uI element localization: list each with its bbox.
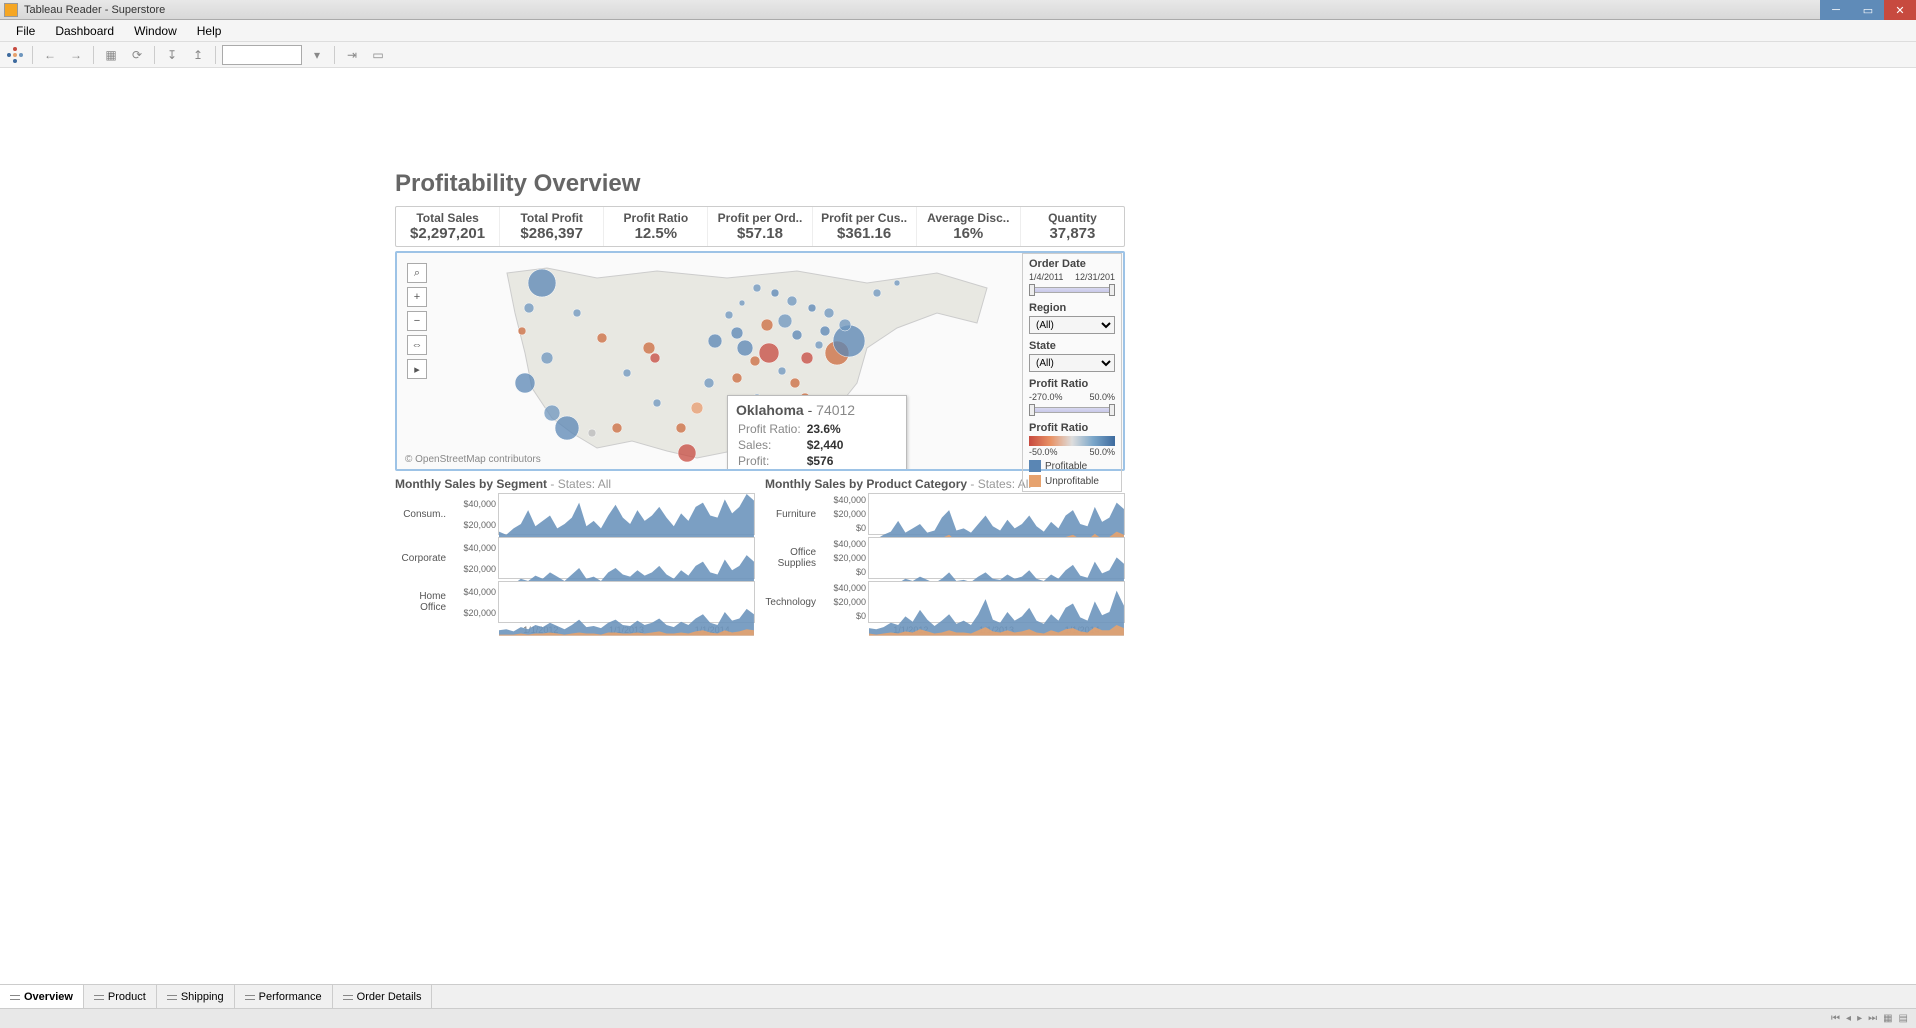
- menu-help[interactable]: Help: [187, 24, 232, 38]
- list-icon[interactable]: ▤: [1899, 1013, 1908, 1024]
- kpi-cell[interactable]: Profit per Ord..$57.18: [708, 207, 812, 246]
- menu-window[interactable]: Window: [124, 24, 187, 38]
- menu-file[interactable]: File: [6, 24, 45, 38]
- map-search-icon[interactable]: ⌕: [407, 263, 427, 283]
- kpi-cell[interactable]: Profit per Cus..$361.16: [813, 207, 917, 246]
- mini-chart[interactable]: Home Office $40,000$20,000: [395, 581, 755, 623]
- forward-button[interactable]: →: [65, 45, 87, 65]
- menubar: File Dashboard Window Help: [0, 20, 1916, 42]
- kpi-cell[interactable]: Total Sales$2,297,201: [396, 207, 500, 246]
- nav-first-icon[interactable]: ⏮: [1831, 1013, 1840, 1024]
- tab-shipping[interactable]: Shipping: [157, 985, 235, 1008]
- dashboard: Profitability Overview Total Sales$2,297…: [395, 170, 1125, 635]
- mini-chart[interactable]: Technology $40,000$20,000$0: [765, 581, 1125, 623]
- nav-prev-icon[interactable]: ◂: [1846, 1013, 1851, 1024]
- sort-asc-icon[interactable]: ↧: [161, 45, 183, 65]
- tab-product[interactable]: Product: [84, 985, 157, 1008]
- back-button[interactable]: ←: [39, 45, 61, 65]
- charts-segment: Monthly Sales by Segment - States: All C…: [395, 477, 755, 635]
- order-date-slider[interactable]: [1029, 284, 1115, 296]
- menu-dashboard[interactable]: Dashboard: [45, 24, 124, 38]
- sheet-icon: [94, 992, 104, 1002]
- save-icon[interactable]: ▦: [100, 45, 122, 65]
- app-icon: [4, 3, 18, 17]
- map-zoom-in-icon[interactable]: +: [407, 287, 427, 307]
- statusbar: ⏮ ◂ ▸ ⏭ ▦ ▤: [0, 1008, 1916, 1028]
- filter-profit-ratio-label: Profit Ratio: [1029, 378, 1115, 390]
- sheet-icon: [343, 992, 353, 1002]
- sheet-icon: [167, 992, 177, 1002]
- toolbar-search-input[interactable]: [222, 45, 302, 65]
- filter-panel: Order Date 1/4/201112/31/201 Region (All…: [1022, 253, 1122, 492]
- region-select[interactable]: (All): [1029, 316, 1115, 334]
- refresh-icon[interactable]: ⟳: [126, 45, 148, 65]
- color-gradient: [1029, 436, 1115, 446]
- toolbar: ← → ▦ ⟳ ↧ ↥ ▾ ⇥ ▭: [0, 42, 1916, 68]
- mini-chart[interactable]: Corporate $40,000$20,000: [395, 537, 755, 579]
- nav-next-icon[interactable]: ▸: [1857, 1013, 1862, 1024]
- dashboard-title: Profitability Overview: [395, 170, 1125, 198]
- map-zoom-out-icon[interactable]: −: [407, 311, 427, 331]
- kpi-row: Total Sales$2,297,201Total Profit$286,39…: [395, 206, 1125, 247]
- mini-chart[interactable]: Office Supplies $40,000$20,000$0: [765, 537, 1125, 579]
- kpi-cell[interactable]: Total Profit$286,397: [500, 207, 604, 246]
- pin-icon[interactable]: ⇥: [341, 45, 363, 65]
- legend-item[interactable]: Profitable: [1029, 460, 1115, 472]
- window-maximize-button[interactable]: ▭: [1852, 0, 1884, 20]
- tableau-logo-icon: [4, 45, 26, 65]
- filter-order-date-label: Order Date: [1029, 258, 1115, 270]
- tab-performance[interactable]: Performance: [235, 985, 333, 1008]
- kpi-cell[interactable]: Average Disc..16%: [917, 207, 1021, 246]
- profit-ratio-slider[interactable]: [1029, 404, 1115, 416]
- grid-icon[interactable]: ▦: [1883, 1013, 1892, 1024]
- window-title: Tableau Reader - Superstore: [24, 4, 165, 16]
- map[interactable]: ⌕ + − ⇔ ▸ © OpenStreetMap contributors O…: [395, 251, 1125, 471]
- kpi-cell[interactable]: Profit Ratio12.5%: [604, 207, 708, 246]
- dropdown-icon[interactable]: ▾: [306, 45, 328, 65]
- map-pin-icon[interactable]: ⇔: [407, 335, 427, 355]
- map-tooltip: Oklahoma - 74012 Profit Ratio:23.6%Sales…: [727, 395, 907, 471]
- titlebar: Tableau Reader - Superstore ─ ▭ ✕: [0, 0, 1916, 20]
- map-play-icon[interactable]: ▸: [407, 359, 427, 379]
- tab-order-details[interactable]: Order Details: [333, 985, 433, 1008]
- filter-state-label: State: [1029, 340, 1115, 352]
- map-attribution: © OpenStreetMap contributors: [405, 454, 541, 465]
- sort-desc-icon[interactable]: ↥: [187, 45, 209, 65]
- charts-category: Monthly Sales by Product Category - Stat…: [765, 477, 1125, 635]
- nav-last-icon[interactable]: ⏭: [1868, 1013, 1877, 1024]
- mini-chart[interactable]: Furniture $40,000$20,000$0: [765, 493, 1125, 535]
- mini-chart[interactable]: Consum.. $40,000$20,000: [395, 493, 755, 535]
- kpi-cell[interactable]: Quantity37,873: [1021, 207, 1124, 246]
- sheet-icon: [10, 992, 20, 1002]
- tab-overview[interactable]: Overview: [0, 985, 84, 1008]
- state-select[interactable]: (All): [1029, 354, 1115, 372]
- legend-item[interactable]: Unprofitable: [1029, 475, 1115, 487]
- legend-profit-ratio-label: Profit Ratio: [1029, 422, 1115, 434]
- presentation-icon[interactable]: ▭: [367, 45, 389, 65]
- sheet-tabs: OverviewProductShippingPerformanceOrder …: [0, 984, 1916, 1008]
- filter-region-label: Region: [1029, 302, 1115, 314]
- sheet-icon: [245, 992, 255, 1002]
- window-close-button[interactable]: ✕: [1884, 0, 1916, 20]
- window-minimize-button[interactable]: ─: [1820, 0, 1852, 20]
